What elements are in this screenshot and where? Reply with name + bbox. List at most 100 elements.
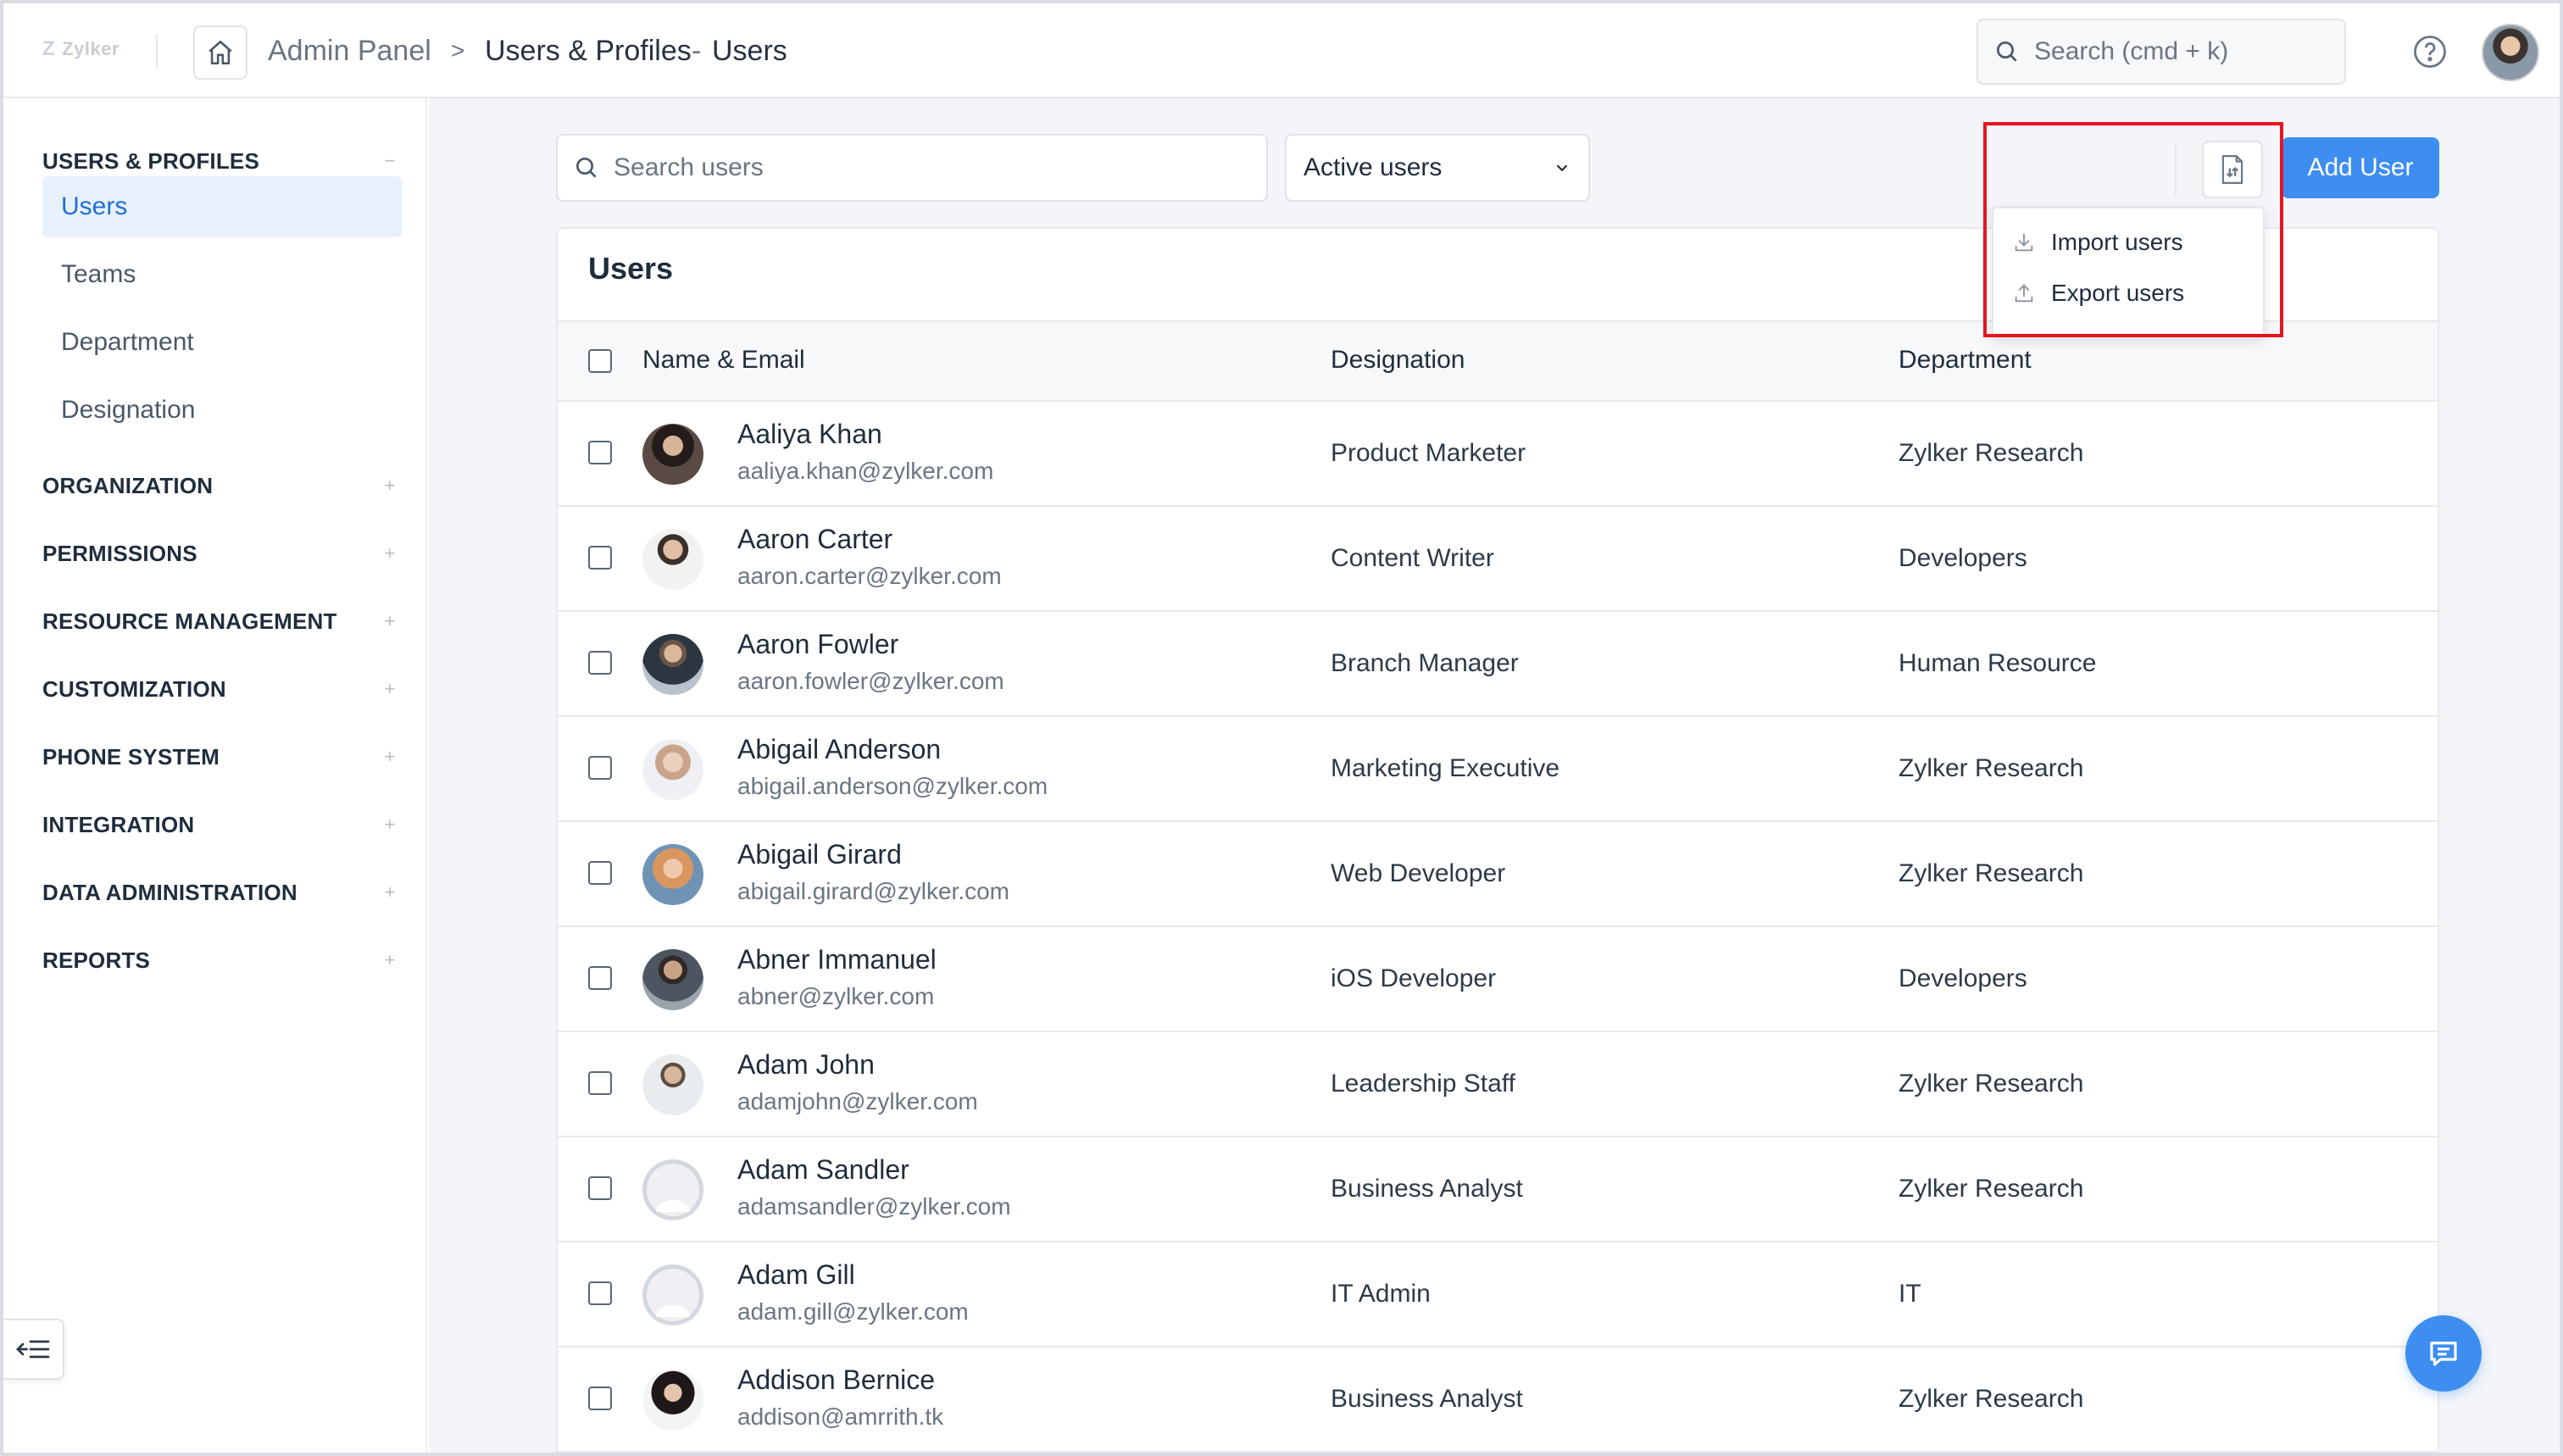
sidebar-item-department[interactable]: Department [42, 312, 402, 373]
sidebar-section-data-administration[interactable]: DATA ADMINISTRATION + [42, 875, 398, 909]
row-checkbox[interactable] [588, 546, 612, 570]
table-row[interactable]: Aaron Carter aaron.carter@zylker.com Con… [558, 507, 2438, 612]
user-name[interactable]: Abigail Girard [737, 839, 902, 870]
expand-toggle-icon[interactable]: + [381, 542, 398, 564]
add-user-button[interactable]: Add User [2282, 137, 2439, 198]
logo-mark-icon: Z [42, 37, 56, 60]
table-row[interactable]: Aaliya Khan aaliya.khan@zylker.com Produ… [558, 402, 2438, 507]
user-name[interactable]: Aaron Carter [737, 524, 892, 555]
table-row[interactable]: Adam Sandler adamsandler@zylker.com Busi… [558, 1137, 2438, 1242]
row-checkbox[interactable] [588, 441, 612, 464]
user-name[interactable]: Aaliya Khan [737, 419, 882, 450]
avatar [642, 739, 703, 800]
row-checkbox[interactable] [588, 1387, 612, 1410]
import-users-menu-item[interactable]: Import users [1993, 219, 2263, 266]
select-all-checkbox[interactable] [588, 349, 612, 373]
chat-button[interactable] [2405, 1315, 2482, 1392]
user-name[interactable]: Abner Immanuel [737, 944, 937, 975]
row-checkbox[interactable] [588, 1071, 612, 1095]
user-name[interactable]: Adam Sandler [737, 1154, 909, 1186]
table-row[interactable]: Abigail Anderson abigail.anderson@zylker… [558, 717, 2438, 822]
user-designation: Branch Manager [1331, 649, 1519, 677]
user-email: addison@amrrith.tk [737, 1403, 944, 1430]
expand-toggle-icon[interactable]: + [381, 746, 398, 768]
user-email: abigail.girard@zylker.com [737, 878, 1009, 904]
avatar [642, 1054, 703, 1115]
sidebar-section-label: DATA ADMINISTRATION [42, 879, 297, 905]
sidebar-section-label: PERMISSIONS [42, 540, 197, 566]
sidebar-section-users-profiles[interactable]: USERS & PROFILES − [42, 144, 398, 178]
user-department: Zylker Research [1899, 1175, 2084, 1203]
sidebar-section-label: ORGANIZATION [42, 472, 214, 498]
sidebar-item-users[interactable]: Users [42, 176, 402, 237]
user-status-dropdown[interactable]: Active users [1285, 134, 1590, 202]
home-button[interactable] [193, 25, 247, 80]
user-name[interactable]: Adam Gill [737, 1259, 855, 1291]
download-icon [2015, 233, 2033, 252]
logo-text: Zylker [62, 38, 120, 59]
avatar [642, 1264, 703, 1325]
row-checkbox[interactable] [588, 1281, 612, 1305]
upload-icon [2015, 284, 2033, 303]
column-name-email[interactable]: Name & Email [642, 346, 805, 375]
expand-toggle-icon[interactable]: + [381, 610, 398, 632]
expand-toggle-icon[interactable]: + [381, 814, 398, 836]
table-row[interactable]: Abner Immanuel abner@zylker.com iOS Deve… [558, 927, 2438, 1032]
breadcrumb-admin-panel[interactable]: Admin Panel [268, 32, 431, 69]
table-row[interactable]: Abigail Girard abigail.girard@zylker.com… [558, 822, 2438, 927]
table-row[interactable]: Aaron Fowler aaron.fowler@zylker.com Bra… [558, 612, 2438, 717]
sidebar-section-label: REPORTS [42, 947, 151, 973]
user-email: abigail.anderson@zylker.com [737, 773, 1048, 799]
sidebar-section-permissions[interactable]: PERMISSIONS + [42, 536, 398, 570]
user-avatar[interactable] [2482, 24, 2539, 81]
user-department: Zylker Research [1899, 1070, 2084, 1098]
table-row[interactable]: Addison Bernice addison@amrrith.tk Busin… [558, 1348, 2438, 1453]
user-department: Zylker Research [1899, 439, 2084, 467]
sidebar-section-phone-system[interactable]: PHONE SYSTEM + [42, 740, 398, 774]
user-name[interactable]: Abigail Anderson [737, 734, 941, 765]
global-search-input[interactable]: Search (cmd + k) [1976, 19, 2346, 85]
sidebar-section-organization[interactable]: ORGANIZATION + [42, 469, 398, 503]
sidebar-section-reports[interactable]: REPORTS + [42, 943, 398, 977]
user-department: Zylker Research [1899, 754, 2084, 782]
user-name[interactable]: Adam John [737, 1049, 875, 1081]
table-row[interactable]: Adam John adamjohn@zylker.com Leadership… [558, 1032, 2438, 1137]
avatar [642, 634, 703, 695]
collapse-sidebar-button[interactable] [3, 1319, 64, 1380]
help-icon[interactable] [2412, 34, 2448, 69]
collapse-toggle-icon[interactable]: − [381, 150, 398, 172]
sidebar-item-teams[interactable]: Teams [42, 244, 402, 305]
user-department: Developers [1899, 964, 2027, 992]
sidebar-section-resource-management[interactable]: RESOURCE MANAGEMENT + [42, 604, 398, 638]
home-icon [208, 40, 232, 65]
row-checkbox[interactable] [588, 966, 612, 990]
expand-toggle-icon[interactable]: + [381, 949, 398, 971]
expand-toggle-icon[interactable]: + [381, 881, 398, 903]
breadcrumb-section[interactable]: Users & Profiles [485, 32, 692, 69]
expand-toggle-icon[interactable]: + [381, 678, 398, 700]
row-checkbox[interactable] [588, 861, 612, 885]
search-users-input[interactable]: Search users [556, 134, 1268, 202]
import-export-button[interactable] [2202, 141, 2263, 198]
breadcrumb-dash: - [692, 35, 702, 67]
user-name[interactable]: Aaron Fowler [737, 629, 898, 660]
row-checkbox[interactable] [588, 1176, 612, 1200]
table-row[interactable]: Adam Gill adam.gill@zylker.com IT Admin … [558, 1242, 2438, 1348]
expand-toggle-icon[interactable]: + [381, 475, 398, 497]
row-checkbox[interactable] [588, 651, 612, 675]
search-icon [1997, 42, 2017, 62]
row-checkbox[interactable] [588, 756, 612, 780]
user-department: IT [1899, 1280, 1921, 1308]
column-department[interactable]: Department [1899, 346, 2032, 375]
brand-logo[interactable]: Z Zylker [42, 37, 120, 61]
user-department: Developers [1899, 544, 2027, 572]
column-designation[interactable]: Designation [1331, 346, 1465, 375]
sidebar-section-integration[interactable]: INTEGRATION + [42, 808, 398, 842]
export-users-menu-item[interactable]: Export users [1993, 270, 2263, 317]
sidebar-section-customization[interactable]: CUSTOMIZATION + [42, 672, 398, 706]
sidebar-item-designation[interactable]: Designation [42, 380, 402, 441]
global-search-placeholder: Search (cmd + k) [2034, 37, 2229, 65]
avatar [642, 1370, 703, 1431]
user-status-value: Active users [1304, 153, 1443, 181]
user-name[interactable]: Addison Bernice [737, 1364, 935, 1396]
